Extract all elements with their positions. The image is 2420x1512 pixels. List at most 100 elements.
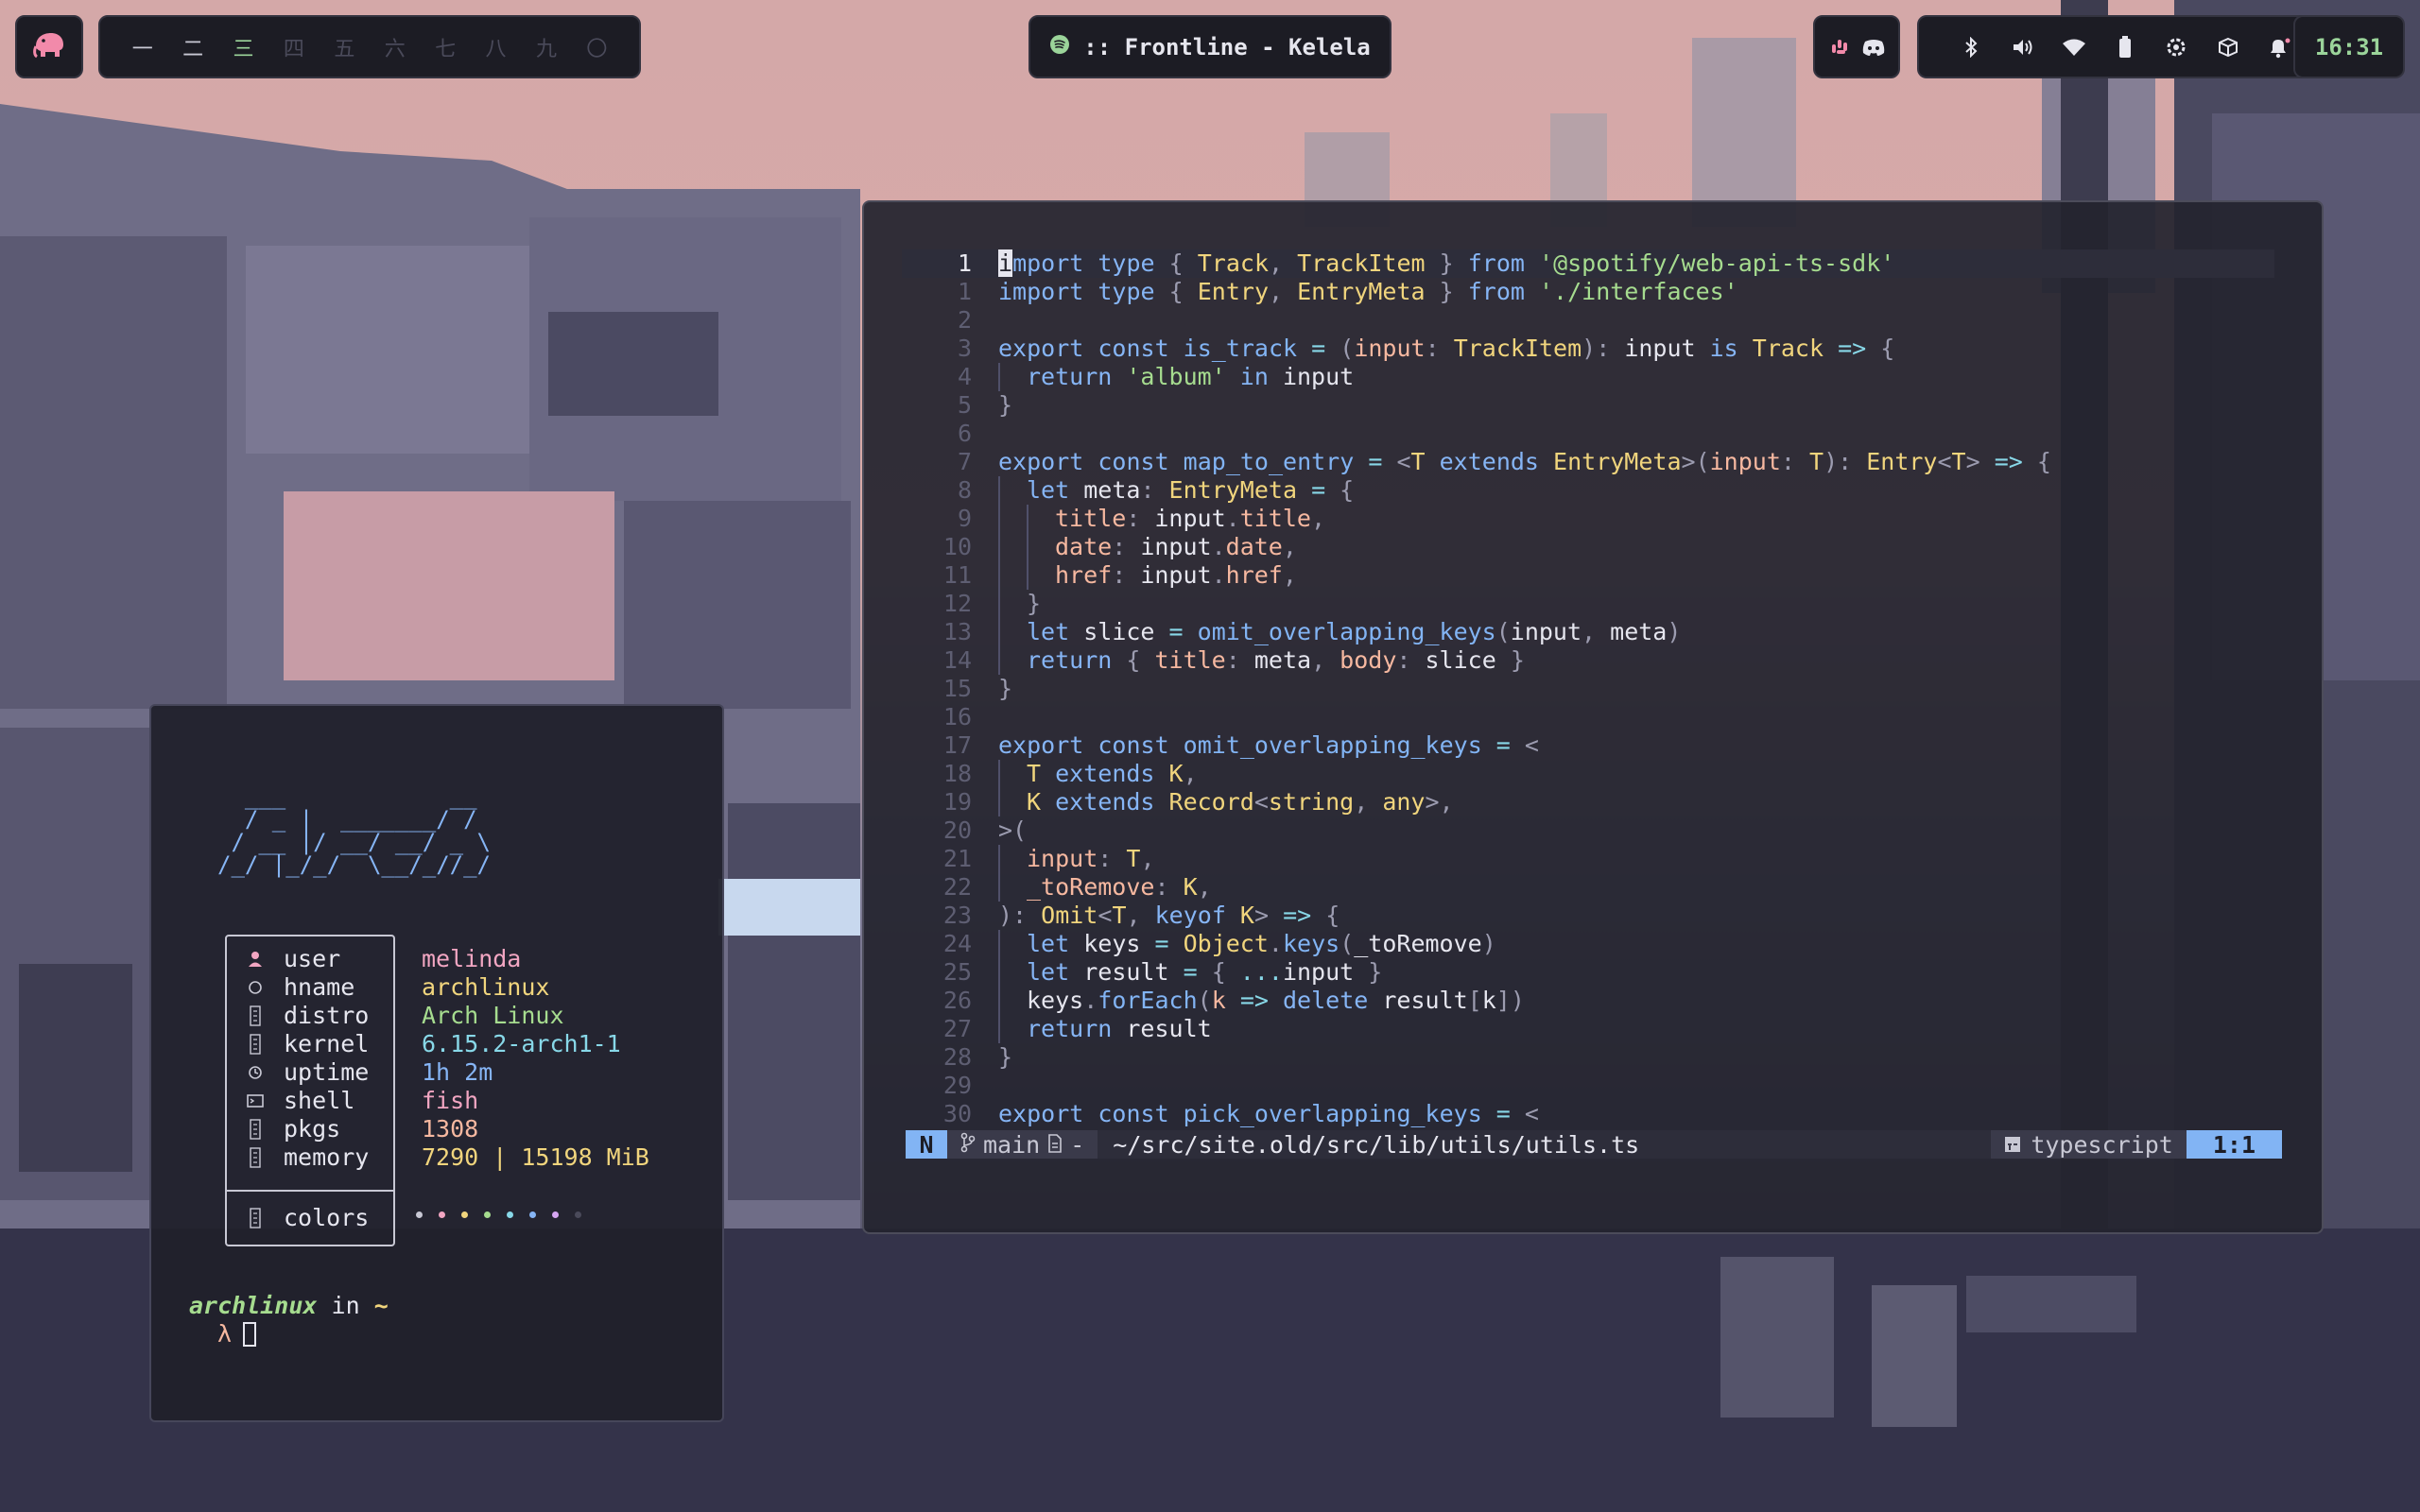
workspace-7[interactable]: 七 xyxy=(420,32,470,62)
code-line[interactable]: 3 export const is_track = (input: TrackIt… xyxy=(902,335,2274,363)
indent-guide xyxy=(998,618,1027,646)
code-token: >( xyxy=(998,816,1028,844)
code-line[interactable]: 5} xyxy=(902,391,2274,420)
workspace-2[interactable]: 二 xyxy=(167,32,217,62)
code-line[interactable]: 29 xyxy=(902,1072,2274,1100)
code-line[interactable]: 7 export const map_to_entry = <T extends … xyxy=(902,448,2274,476)
code-line[interactable]: 12} xyxy=(902,590,2274,618)
code-token: input xyxy=(1140,533,1212,560)
discord-icon[interactable] xyxy=(1861,35,1886,60)
code-token: input xyxy=(1282,958,1355,986)
line-number: 21 xyxy=(942,845,972,872)
workspace-3[interactable]: 三 xyxy=(218,32,268,62)
line-number: 19 xyxy=(942,788,972,816)
code-line[interactable]: 22 _toRemove: K, xyxy=(902,873,2274,902)
code-line[interactable]: 23): Omit<T, keyof K> => { xyxy=(902,902,2274,930)
info-value: 6.15.2-arch1-1 xyxy=(422,1030,621,1057)
code-token: extends xyxy=(1055,788,1169,816)
workspace-8[interactable]: 八 xyxy=(471,32,521,62)
cursor-position: 1:1 xyxy=(2186,1130,2282,1159)
battery-icon[interactable] xyxy=(2113,35,2137,60)
line-number: 28 xyxy=(942,1043,972,1071)
line-text: K extends Record<string, any>, xyxy=(998,788,1454,816)
code-buffer[interactable]: 1 import type { Track, TrackItem } from '… xyxy=(902,249,2274,1128)
code-line[interactable]: 20 >( xyxy=(902,816,2274,845)
line-number: 12 xyxy=(942,590,972,617)
info-value: fish xyxy=(422,1087,479,1114)
indent-guide xyxy=(998,873,1027,902)
code-token: T xyxy=(1809,448,1824,475)
volume-icon[interactable] xyxy=(2011,35,2035,60)
settings-icon[interactable] xyxy=(2164,35,2188,60)
code-editor-window[interactable]: 1 import type { Track, TrackItem } from '… xyxy=(862,200,2324,1234)
slack-icon[interactable] xyxy=(1827,35,1852,60)
palette-swatch xyxy=(439,1211,445,1218)
code-line[interactable]: 28} xyxy=(902,1043,2274,1072)
code-token: : xyxy=(1112,561,1141,589)
code-line[interactable]: 1 import type { Track, TrackItem } from '… xyxy=(902,249,2274,278)
indent-guide xyxy=(998,1015,1027,1043)
code-line[interactable]: 21 input: T, xyxy=(902,845,2274,873)
line-text: keys.forEach(k => delete result[k]) xyxy=(998,987,1525,1015)
code-token: = xyxy=(1154,618,1198,645)
info-value: 1308 xyxy=(422,1115,479,1143)
code-line[interactable]: 4 return 'album' in input xyxy=(902,363,2274,391)
code-line[interactable]: 30 export const pick_overlapping_keys = < xyxy=(902,1100,2274,1128)
code-line[interactable]: 16 xyxy=(902,703,2274,731)
wifi-icon[interactable] xyxy=(2062,35,2086,60)
code-line[interactable]: 18 T extends K, xyxy=(902,760,2274,788)
code-line[interactable]: 2 xyxy=(902,306,2274,335)
launcher-button[interactable] xyxy=(15,15,83,78)
workspace-6[interactable]: 六 xyxy=(370,32,420,62)
workspace-10[interactable]: 〇 xyxy=(572,32,622,62)
code-line[interactable]: 9 title: input.title, xyxy=(902,505,2274,533)
code-line[interactable]: 6 xyxy=(902,420,2274,448)
code-token: >, xyxy=(1425,788,1454,816)
code-token: . xyxy=(1225,505,1240,532)
code-line[interactable]: 17 export const omit_overlapping_keys = < xyxy=(902,731,2274,760)
palette-swatch xyxy=(507,1211,513,1218)
code-token: import type xyxy=(998,278,1169,305)
workspace-9[interactable]: 九 xyxy=(521,32,571,62)
workspace-1[interactable]: 一 xyxy=(117,32,167,62)
indent-guide xyxy=(998,561,1027,590)
code-token: is xyxy=(1709,335,1753,362)
workspace-5[interactable]: 五 xyxy=(320,32,370,62)
code-line[interactable]: 1 import type { Entry, EntryMeta } from '… xyxy=(902,278,2274,306)
bluetooth-icon[interactable] xyxy=(1959,35,1983,60)
code-line[interactable]: 19 K extends Record<string, any>, xyxy=(902,788,2274,816)
code-token: input xyxy=(1027,845,1098,872)
code-token: EntryMeta xyxy=(1553,448,1682,475)
code-line[interactable]: 8 let meta: EntryMeta = { xyxy=(902,476,2274,505)
prompt-in: in xyxy=(317,1292,374,1319)
line-number: 8 xyxy=(957,476,972,504)
system-tray xyxy=(1917,15,2333,78)
shell-input-line[interactable]: λ xyxy=(217,1320,257,1348)
line-text: input: T, xyxy=(998,845,1155,873)
terminal-window[interactable]: ___ __ / _ | _______/ / / __ |/ __/ __/ … xyxy=(149,704,724,1422)
code-line[interactable]: 15} xyxy=(902,675,2274,703)
code-line[interactable]: 13 let slice = omit_overlapping_keys(inpu… xyxy=(902,618,2274,646)
code-line[interactable]: 11 href: input.href, xyxy=(902,561,2274,590)
code-line[interactable]: 14 return { title: meta, body: slice } xyxy=(902,646,2274,675)
code-line[interactable]: 24 let keys = Object.keys(_toRemove) xyxy=(902,930,2274,958)
notification-bell-icon[interactable] xyxy=(2267,35,2291,60)
code-line[interactable]: 26 keys.forEach(k => delete result[k]) xyxy=(902,987,2274,1015)
clock[interactable]: 16:31 xyxy=(2293,15,2405,78)
palette-swatch xyxy=(575,1211,581,1218)
line-text: export const omit_overlapping_keys = < xyxy=(998,731,1539,760)
workspace-4[interactable]: 四 xyxy=(268,32,319,62)
host-icon xyxy=(227,980,284,995)
code-token: K xyxy=(1239,902,1254,929)
code-line[interactable]: 10 date: input.date, xyxy=(902,533,2274,561)
prompt-symbol: λ xyxy=(217,1320,233,1348)
code-token: omit_overlapping_keys xyxy=(1183,731,1482,759)
code-line[interactable]: 25 let result = { ...input } xyxy=(902,958,2274,987)
code-token: T xyxy=(1027,760,1056,787)
code-line[interactable]: 27 return result xyxy=(902,1015,2274,1043)
now-playing-text: :: Frontline - Kelela xyxy=(1083,33,1371,60)
package-icon[interactable] xyxy=(2216,35,2240,60)
media-player-widget[interactable]: :: Frontline - Kelela xyxy=(1028,15,1392,78)
line-text: title: input.title, xyxy=(998,505,1325,533)
code-token: any xyxy=(1382,788,1426,816)
